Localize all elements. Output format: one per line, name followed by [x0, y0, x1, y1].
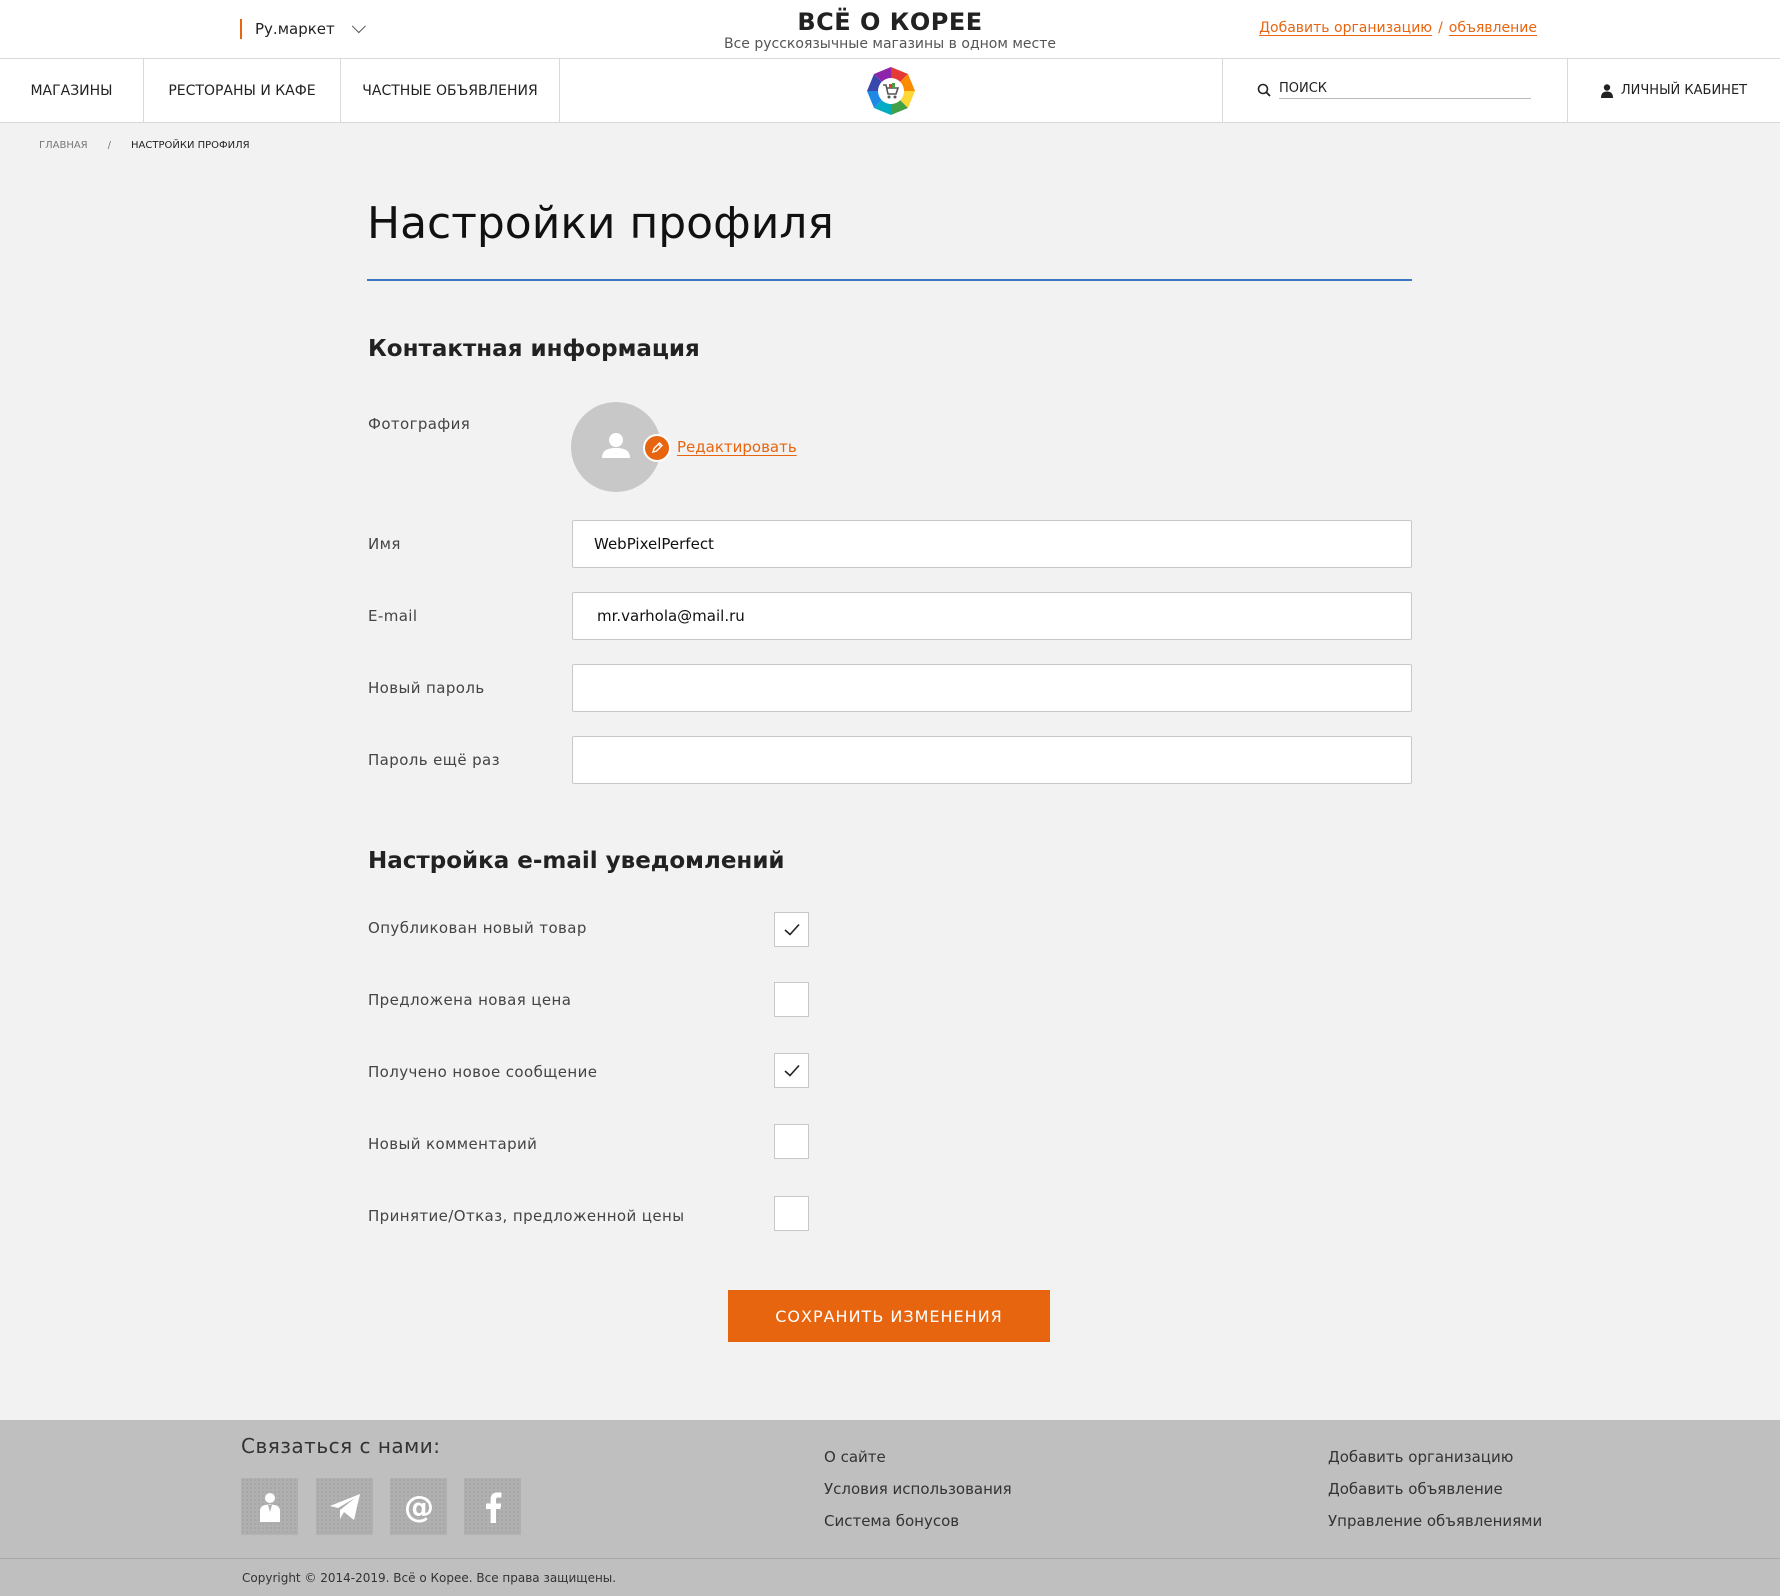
repeat-password-field[interactable] — [572, 736, 1412, 784]
cabinet-label: ЛИЧНЫЙ КАБИНЕТ — [1620, 83, 1748, 98]
footer-link-manage-ads[interactable]: Управление объявлениями — [1328, 1512, 1542, 1530]
photo-label: Фотография — [368, 415, 471, 433]
notification-checkbox[interactable] — [774, 1196, 809, 1231]
personal-cabinet-link[interactable]: ЛИЧНЫЙ КАБИНЕТ — [1568, 59, 1780, 122]
page-title: Настройки профиля — [367, 198, 834, 249]
top-bar: Ру.маркет ВСЁ О КОРЕЕ Все русскоязычные … — [0, 0, 1780, 59]
name-label: Имя — [368, 535, 401, 553]
email-field[interactable] — [572, 592, 1412, 640]
notification-label: Новый комментарий — [368, 1135, 538, 1153]
social-facebook-button[interactable] — [464, 1478, 521, 1535]
logo-icon[interactable] — [867, 67, 915, 115]
add-links-separator: / — [1438, 20, 1443, 36]
notification-label: Предложена новая цена — [368, 991, 572, 1009]
city-selector[interactable]: Ру.маркет — [240, 19, 366, 39]
telegram-icon — [329, 1493, 360, 1520]
save-changes-button[interactable]: СОХРАНИТЬ ИЗМЕНЕНИЯ — [728, 1290, 1050, 1342]
social-user-button[interactable] — [241, 1478, 298, 1535]
facebook-icon — [485, 1491, 501, 1523]
site-brand: ВСЁ О КОРЕЕ Все русскоязычные магазины в… — [640, 8, 1140, 52]
notification-checkbox[interactable] — [774, 1124, 809, 1159]
notification-checkbox[interactable] — [774, 1053, 809, 1088]
repeat-password-label: Пароль ещё раз — [368, 751, 501, 769]
new-password-field[interactable] — [572, 664, 1412, 712]
notification-checkbox[interactable] — [774, 912, 809, 947]
notification-label: Получено новое сообщение — [368, 1063, 598, 1081]
nav-item-shops[interactable]: МАГАЗИНЫ — [0, 59, 144, 122]
footer-link-terms[interactable]: Условия использования — [824, 1480, 1012, 1498]
notifications-heading: Настройка e-mail уведомлений — [368, 848, 785, 874]
breadcrumb-separator: / — [107, 140, 112, 151]
breadcrumb: ГЛАВНАЯ / НАСТРОЙКИ ПРОФИЛЯ — [39, 140, 250, 151]
footer: Связаться с нами: @ О сайте Условия испо… — [0, 1420, 1780, 1558]
main-nav: МАГАЗИНЫ РЕСТОРАНЫ И КАФЕ ЧАСТНЫЕ ОБЪЯВЛ… — [0, 59, 1780, 123]
footer-link-add-org[interactable]: Добавить организацию — [1328, 1448, 1513, 1466]
copyright-text: Copyright © 2014-2019. Всё о Корее. Все … — [242, 1571, 617, 1585]
user-icon — [1600, 83, 1613, 98]
title-divider — [367, 279, 1412, 281]
search-icon — [1257, 83, 1271, 97]
search-box — [1222, 59, 1568, 122]
footer-link-about[interactable]: О сайте — [824, 1448, 886, 1466]
name-field[interactable] — [572, 520, 1412, 568]
chevron-down-icon — [351, 19, 366, 34]
nav-item-private-ads[interactable]: ЧАСТНЫЕ ОБЪЯВЛЕНИЯ — [341, 59, 560, 122]
user-icon — [259, 1492, 280, 1522]
edit-photo-link[interactable]: Редактировать — [677, 438, 797, 456]
edit-photo-button[interactable] — [643, 434, 671, 462]
add-organization-link[interactable]: Добавить организацию — [1259, 20, 1432, 36]
search-input[interactable] — [1279, 79, 1531, 99]
notification-label: Принятие/Отказ, предложенной цены — [368, 1207, 685, 1225]
site-subtitle: Все русскоязычные магазины в одном месте — [723, 36, 1056, 52]
add-ad-link[interactable]: объявление — [1449, 20, 1537, 36]
new-password-label: Новый пароль — [368, 679, 485, 697]
svg-text:@: @ — [404, 1491, 434, 1523]
email-label: E-mail — [368, 607, 418, 625]
contact-info-heading: Контактная информация — [368, 336, 700, 362]
pencil-icon — [651, 442, 663, 454]
at-icon: @ — [404, 1491, 434, 1523]
footer-link-bonus[interactable]: Система бонусов — [824, 1512, 959, 1530]
nav-item-restaurants[interactable]: РЕСТОРАНЫ И КАФЕ — [144, 59, 341, 122]
notification-checkbox[interactable] — [774, 982, 809, 1017]
checkmark-icon — [784, 923, 800, 936]
contact-heading: Связаться с нами: — [241, 1434, 441, 1458]
site-title: ВСЁ О КОРЕЕ — [797, 8, 983, 36]
checkmark-icon — [784, 1064, 800, 1077]
footer-link-add-ad[interactable]: Добавить объявление — [1328, 1480, 1503, 1498]
social-telegram-button[interactable] — [316, 1478, 373, 1535]
add-links: Добавить организацию / объявление — [1259, 20, 1537, 36]
breadcrumb-home[interactable]: ГЛАВНАЯ — [39, 140, 88, 151]
city-label: Ру.маркет — [255, 20, 335, 38]
copyright-bar: Copyright © 2014-2019. Всё о Корее. Все … — [0, 1558, 1780, 1596]
notification-label: Опубликован новый товар — [368, 919, 587, 937]
breadcrumb-current: НАСТРОЙКИ ПРОФИЛЯ — [131, 140, 250, 151]
social-email-button[interactable]: @ — [390, 1478, 447, 1535]
